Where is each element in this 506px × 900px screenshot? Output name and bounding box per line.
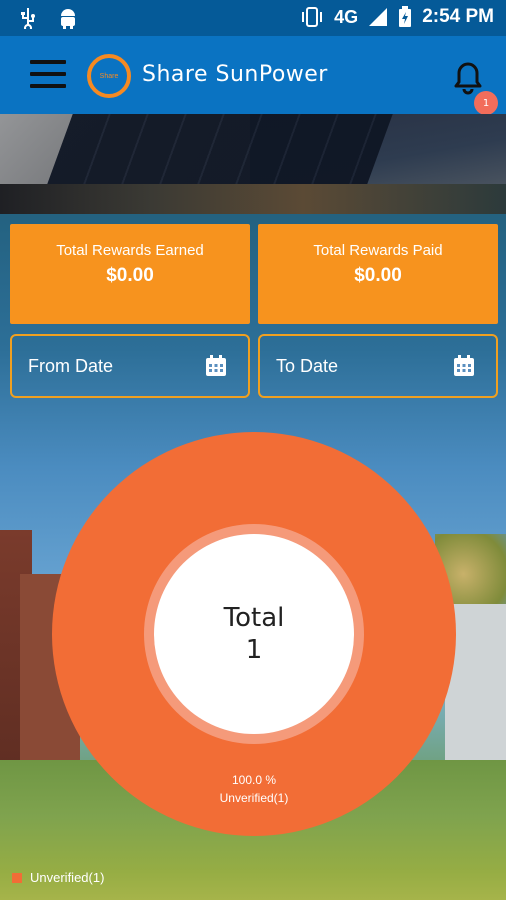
status-left (18, 7, 78, 29)
logo-text: Share (99, 72, 119, 80)
donut-svg: Total 1 100.0 % Unverified(1) (52, 432, 456, 836)
from-date-label: From Date (28, 356, 114, 376)
clock: 2:54 PM (422, 6, 494, 27)
donut-center-label: Total (223, 603, 285, 633)
status-right: 4G 2:54 PM (300, 6, 494, 28)
slice-percent-label: 100.0 % (232, 773, 276, 787)
status-bar: 4G 2:54 PM (0, 0, 506, 36)
rewards-earned-value: $0.00 (106, 265, 154, 286)
rewards-donut-chart: Total 1 100.0 % Unverified(1) (52, 432, 456, 836)
app-bar: Share Share SunPower 1 (0, 36, 506, 115)
chart-legend: Unverified(1) (12, 870, 104, 885)
rewards-paid-value: $0.00 (354, 265, 402, 286)
rewards-paid-label: Total Rewards Paid (313, 242, 443, 259)
roof-image (0, 114, 506, 214)
notification-bell-icon[interactable] (448, 56, 488, 96)
notification-badge: 1 (474, 91, 498, 115)
from-date-field[interactable]: From Date (10, 334, 250, 398)
donut-center (154, 534, 354, 734)
signal-icon (369, 8, 388, 26)
total-rewards-paid-card: Total Rewards Paid $0.00 (258, 224, 498, 324)
network-type: 4G (334, 6, 359, 27)
vibrate-icon (302, 7, 323, 27)
to-date-field[interactable]: To Date (258, 334, 498, 398)
slice-name-label: Unverified(1) (220, 791, 289, 805)
porch-strip (0, 184, 506, 214)
to-date-label: To Date (276, 356, 339, 376)
app-logo: Share (87, 54, 131, 98)
battery-icon (399, 6, 412, 27)
usb-icon (21, 8, 35, 29)
rewards-earned-label: Total Rewards Earned (56, 242, 204, 259)
legend-label: Unverified(1) (30, 870, 105, 885)
donut-center-value: 1 (246, 635, 263, 665)
legend-swatch (12, 872, 22, 883)
android-icon (61, 9, 75, 29)
total-rewards-earned-card: Total Rewards Earned $0.00 (10, 224, 250, 324)
solar-panels (47, 114, 393, 184)
app-title: Share SunPower (142, 62, 328, 87)
hamburger-menu-icon[interactable] (30, 60, 66, 90)
calendar-icon[interactable] (204, 354, 228, 378)
calendar-icon[interactable] (452, 354, 476, 378)
